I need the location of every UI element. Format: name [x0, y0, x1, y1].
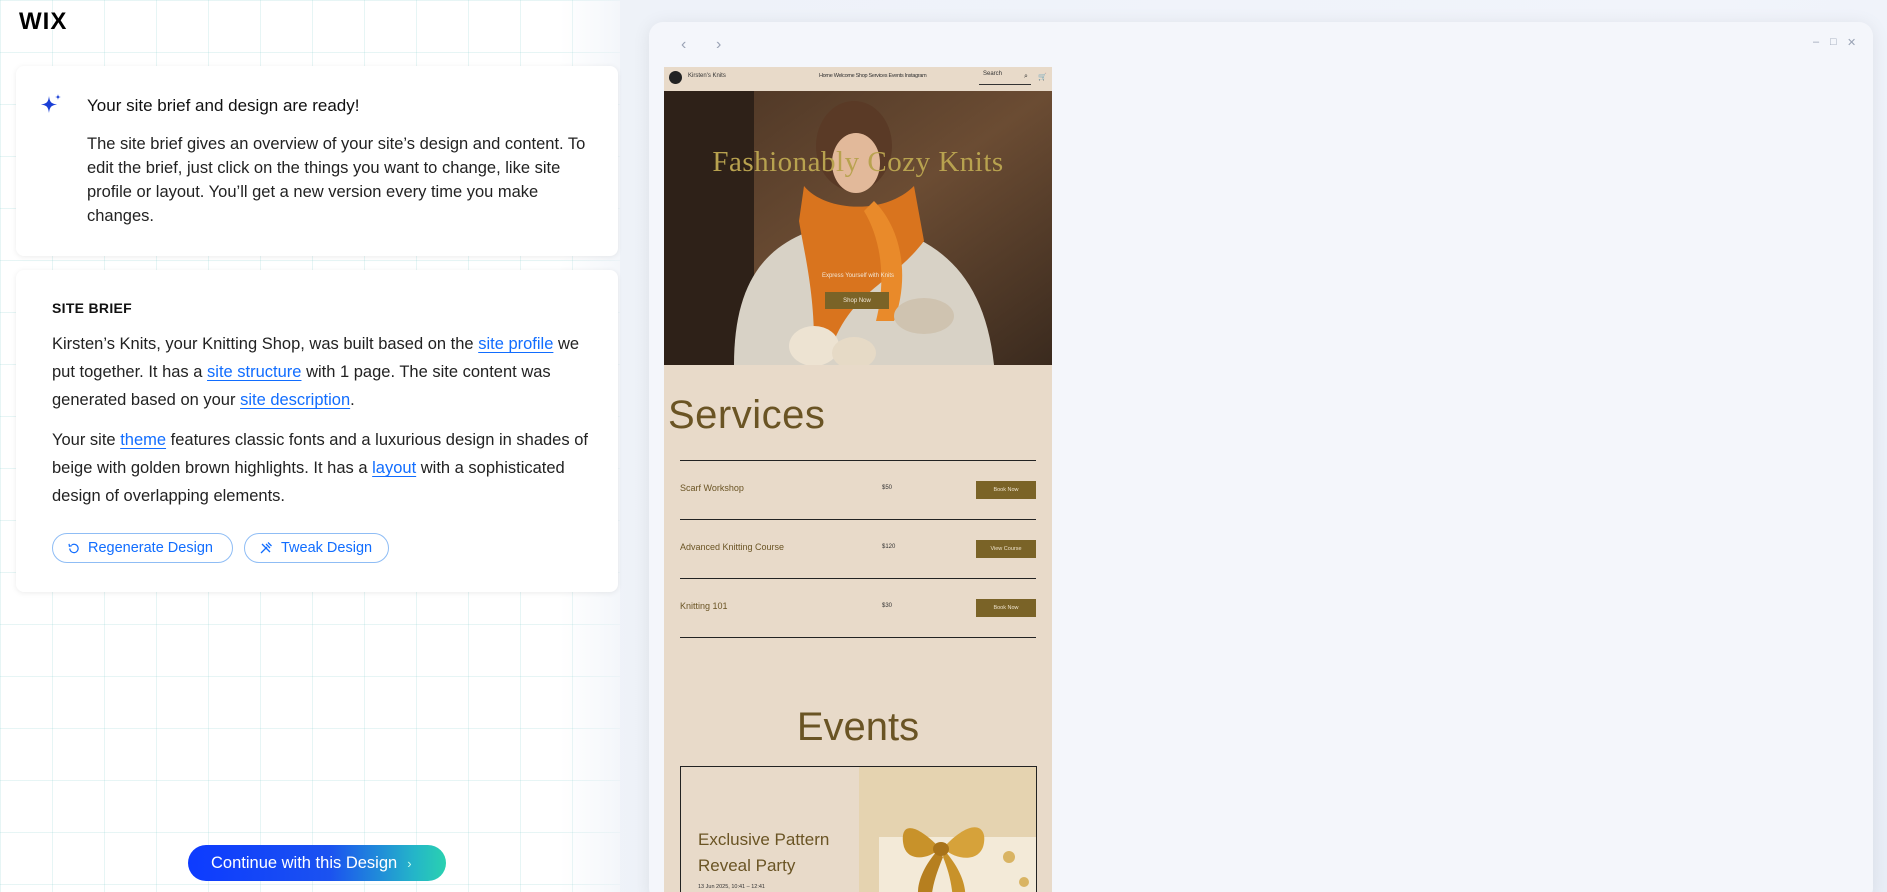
wix-logo: WIX — [19, 8, 68, 35]
regenerate-icon — [68, 543, 79, 553]
site-profile-link[interactable]: site profile — [478, 335, 553, 353]
site-structure-link[interactable]: site structure — [207, 363, 301, 381]
service-name: Advanced Knitting Course — [680, 542, 785, 552]
site-header: Kirsten's Knits Home Welcome Shop Servic… — [664, 67, 1052, 91]
tweak-design-label: Tweak Design — [281, 540, 373, 556]
service-name: Knitting 101 — [680, 601, 728, 611]
site-name: Kirsten's Knits — [688, 73, 726, 79]
shop-now-button[interactable]: Shop Now — [825, 292, 889, 309]
theme-link[interactable]: theme — [120, 431, 166, 449]
book-now-button[interactable]: Book Now — [976, 481, 1036, 499]
site-brief-heading: SITE BRIEF — [52, 300, 133, 316]
brief-text: . — [350, 391, 355, 409]
brief-text: Kirsten’s Knits, your Knitting Shop, was… — [52, 335, 479, 353]
back-arrow-icon[interactable]: ‹ — [681, 36, 686, 54]
cart-icon: 🛒 — [1038, 74, 1047, 81]
site-brief-paragraph-1: Kirsten’s Knits, your Knitting Shop, was… — [52, 330, 592, 414]
brief-text: Your site — [52, 431, 121, 449]
close-icon[interactable]: ✕ — [1847, 36, 1856, 49]
service-price: $30 — [882, 603, 893, 609]
events-title: Events — [796, 705, 920, 749]
minimize-icon[interactable]: – — [1813, 36, 1819, 48]
divider — [680, 637, 1036, 638]
event-date: 13 Jun 2025, 10:41 – 12:41 — [698, 884, 765, 890]
gift-image — [859, 767, 1036, 892]
event-name: Exclusive Pattern Reveal Party — [698, 830, 830, 875]
site-brief-paragraph-2: Your site theme features classic fonts a… — [52, 426, 592, 510]
tools-icon — [260, 542, 272, 554]
search-icon: ⌕ — [1024, 73, 1028, 80]
layout-link[interactable]: layout — [372, 459, 416, 477]
intro-card: Your site brief and design are ready! Th… — [16, 66, 618, 256]
forward-arrow-icon[interactable]: › — [716, 36, 721, 54]
site-description-link[interactable]: site description — [240, 391, 350, 409]
service-name: Scarf Workshop — [680, 483, 744, 493]
site-menu: Home Welcome Shop Services Events Instag… — [819, 73, 927, 79]
services-title: Services — [668, 393, 826, 437]
regenerate-design-label: Regenerate Design — [88, 540, 213, 556]
divider — [680, 460, 1036, 461]
view-course-button[interactable]: View Course — [976, 540, 1036, 558]
hero-section: Fashionably Cozy Knits Express Yourself … — [664, 91, 1052, 365]
intro-body: The site brief gives an overview of your… — [87, 135, 586, 225]
hero-subtitle: Express Yourself with Knits — [821, 273, 895, 279]
hero-title: Fashionably Cozy Knits — [712, 146, 1004, 178]
maximize-icon[interactable]: □ — [1830, 36, 1837, 48]
hero-image — [664, 91, 1052, 365]
service-price: $50 — [882, 485, 893, 491]
sparkle-icon — [41, 94, 61, 113]
event-card[interactable]: Exclusive Pattern Reveal Party 13 Jun 20… — [680, 766, 1037, 892]
intro-title: Your site brief and design are ready! — [87, 96, 360, 115]
continue-button[interactable]: Continue with this Design › — [188, 845, 446, 881]
service-price: $120 — [882, 544, 896, 550]
continue-label: Continue with this Design — [211, 853, 398, 872]
book-now-button[interactable]: Book Now — [976, 599, 1036, 617]
tweak-design-button[interactable]: Tweak Design — [244, 533, 389, 563]
site-preview[interactable]: Kirsten's Knits Home Welcome Shop Servic… — [664, 67, 1052, 892]
site-brief-card: SITE BRIEF Kirsten’s Knits, your Knittin… — [16, 270, 618, 592]
site-logo — [669, 71, 682, 84]
chevron-right-icon: › — [407, 855, 412, 871]
divider — [680, 519, 1036, 520]
regenerate-design-button[interactable]: Regenerate Design — [52, 533, 233, 563]
divider — [680, 578, 1036, 579]
